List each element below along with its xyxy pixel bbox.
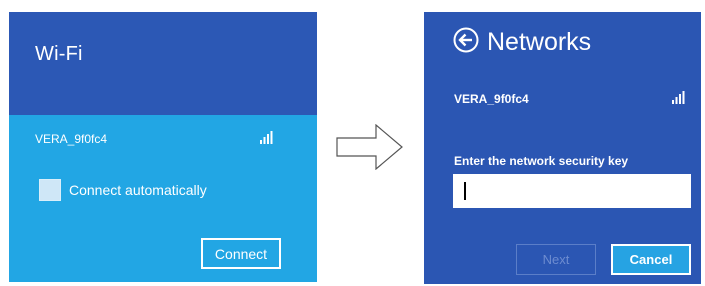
signal-strength-icon xyxy=(672,91,685,104)
back-arrow-icon[interactable] xyxy=(453,27,479,53)
arrow-right-icon xyxy=(336,124,403,170)
network-item-selected[interactable]: VERA_9f0fc4 Connect automatically Connec… xyxy=(9,115,317,282)
signal-strength-icon xyxy=(260,131,273,144)
next-button[interactable]: Next xyxy=(516,244,596,275)
cancel-button[interactable]: Cancel xyxy=(611,244,691,275)
wifi-header: Wi-Fi xyxy=(9,12,317,115)
connect-automatically-label[interactable]: Connect automatically xyxy=(69,182,207,198)
wifi-title: Wi-Fi xyxy=(35,43,83,65)
security-key-label: Enter the network security key xyxy=(454,154,629,168)
networks-panel: Networks VERA_9f0fc4 Enter the network s… xyxy=(424,12,701,284)
security-key-input[interactable] xyxy=(453,174,691,208)
network-name: VERA_9f0fc4 xyxy=(35,132,108,146)
connect-automatically-checkbox[interactable] xyxy=(39,179,61,201)
network-name: VERA_9f0fc4 xyxy=(454,92,529,106)
connect-button[interactable]: Connect xyxy=(201,238,281,269)
text-caret xyxy=(464,182,466,200)
wifi-flyout-panel: Wi-Fi VERA_9f0fc4 Connect automatically … xyxy=(9,12,317,282)
networks-title: Networks xyxy=(487,28,592,56)
